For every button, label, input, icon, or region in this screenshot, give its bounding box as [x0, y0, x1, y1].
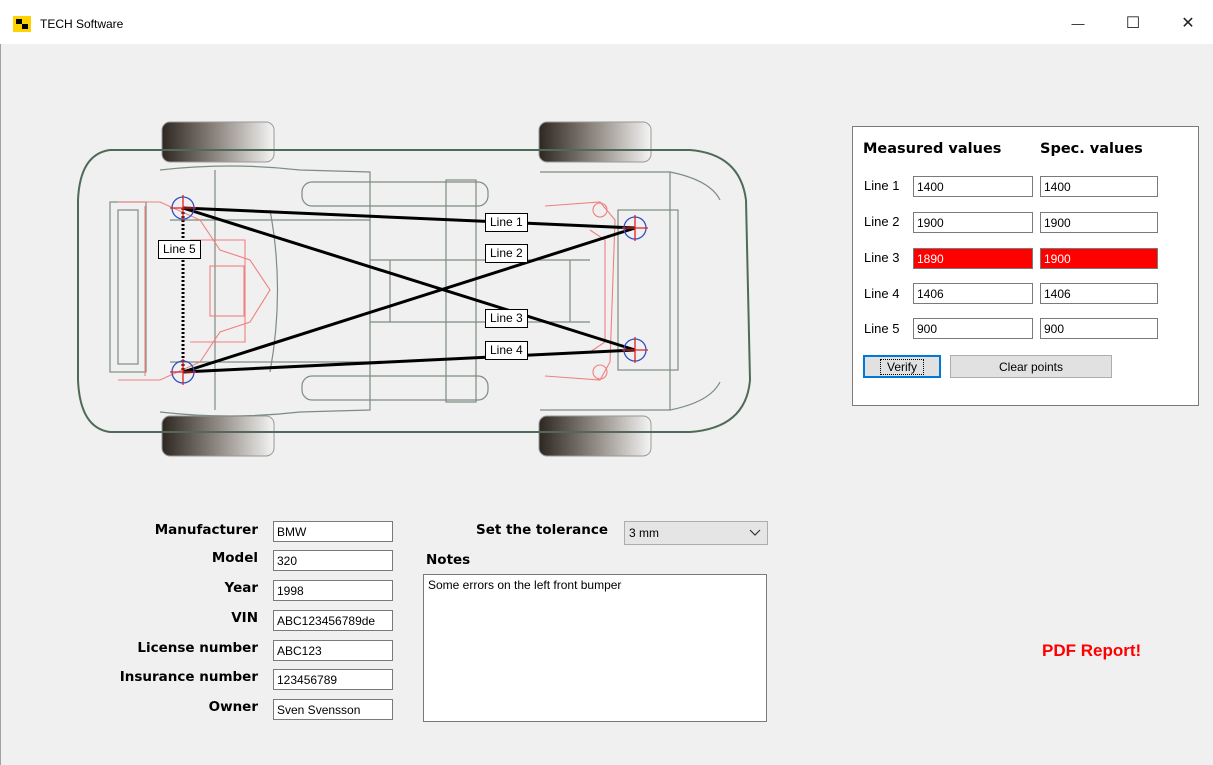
window-border	[0, 44, 1, 765]
close-icon: ✕	[1181, 15, 1195, 32]
spec-line-5-input[interactable]: 900	[1040, 318, 1158, 339]
line-3-label: Line 3	[485, 309, 528, 328]
point-front-left	[622, 215, 648, 241]
line-2-label: Line 2	[485, 244, 528, 263]
spec-line-4-input[interactable]: 1406	[1040, 283, 1158, 304]
point-front-right	[622, 337, 648, 363]
row-label-line-2: Line 2	[864, 214, 900, 229]
tire-front-left	[538, 121, 652, 163]
pdf-report-link[interactable]: PDF Report!	[1042, 641, 1141, 661]
license-number-input[interactable]: ABC123	[273, 640, 393, 661]
title-bar: TECH Software — ☐ ✕	[0, 0, 1213, 44]
clear-points-button[interactable]: Clear points	[950, 355, 1112, 378]
row-label-line-5: Line 5	[864, 321, 900, 336]
close-button[interactable]: ✕	[1165, 8, 1211, 38]
owner-label: Owner	[208, 699, 258, 715]
line-5-label: Line 5	[158, 240, 201, 259]
model-label: Model	[211, 550, 258, 566]
year-label: Year	[224, 580, 258, 596]
spec-line-3-input[interactable]: 1900	[1040, 248, 1158, 269]
vin-label: VIN	[231, 610, 258, 626]
tolerance-label: Set the tolerance	[475, 522, 608, 538]
spec-line-1-input[interactable]: 1400	[1040, 176, 1158, 197]
measured-line-4-input[interactable]: 1406	[913, 283, 1033, 304]
measured-values-header: Measured values	[863, 141, 1002, 157]
manufacturer-input[interactable]: BMW	[273, 521, 393, 542]
minimize-button[interactable]: —	[1055, 8, 1101, 38]
spec-values-header: Spec. values	[1040, 141, 1143, 157]
insurance-number-input[interactable]: 123456789	[273, 669, 393, 690]
row-label-line-3: Line 3	[864, 250, 900, 265]
window-title: TECH Software	[40, 17, 124, 31]
measured-line-5-input[interactable]: 900	[913, 318, 1033, 339]
tire-rear-left	[161, 121, 275, 163]
measured-line-1-input[interactable]: 1400	[913, 176, 1033, 197]
minimize-icon: —	[1071, 15, 1085, 31]
app-logo-icon	[13, 16, 31, 32]
car-chassis-diagram[interactable]	[70, 110, 770, 470]
line-4-label: Line 4	[485, 341, 528, 360]
vin-input[interactable]: ABC123456789de	[273, 610, 393, 631]
manufacturer-label: Manufacturer	[154, 522, 258, 538]
measured-line-2-input[interactable]: 1900	[913, 212, 1033, 233]
maximize-icon: ☐	[1125, 15, 1141, 32]
row-label-line-1: Line 1	[864, 178, 900, 193]
measurement-lines	[182, 206, 636, 374]
maximize-button[interactable]: ☐	[1110, 8, 1156, 38]
verify-button[interactable]: Verify	[863, 355, 941, 378]
notes-label: Notes	[426, 552, 471, 568]
measurement-points	[170, 195, 648, 385]
measured-line-3-input[interactable]: 1890	[913, 248, 1033, 269]
row-label-line-4: Line 4	[864, 286, 900, 301]
point-rear-right	[170, 359, 196, 385]
owner-input[interactable]: Sven Svensson	[273, 699, 393, 720]
measurement-panel: Measured values Spec. values Line 1 1400…	[852, 126, 1199, 406]
chevron-down-icon	[749, 522, 761, 551]
tolerance-value: 3 mm	[629, 526, 659, 540]
tolerance-select[interactable]: 3 mm	[624, 521, 768, 545]
license-number-label: License number	[137, 640, 258, 656]
point-rear-left	[170, 195, 196, 221]
tire-front-right	[538, 415, 652, 457]
chassis-structure	[109, 165, 721, 417]
line-1-label: Line 1	[485, 213, 528, 232]
car-body-outline	[77, 149, 752, 433]
tire-rear-right	[161, 415, 275, 457]
year-input[interactable]: 1998	[273, 580, 393, 601]
insurance-number-label: Insurance number	[119, 669, 258, 685]
spec-line-2-input[interactable]: 1900	[1040, 212, 1158, 233]
notes-textarea[interactable]: Some errors on the left front bumper	[423, 574, 767, 722]
model-input[interactable]: 320	[273, 550, 393, 571]
